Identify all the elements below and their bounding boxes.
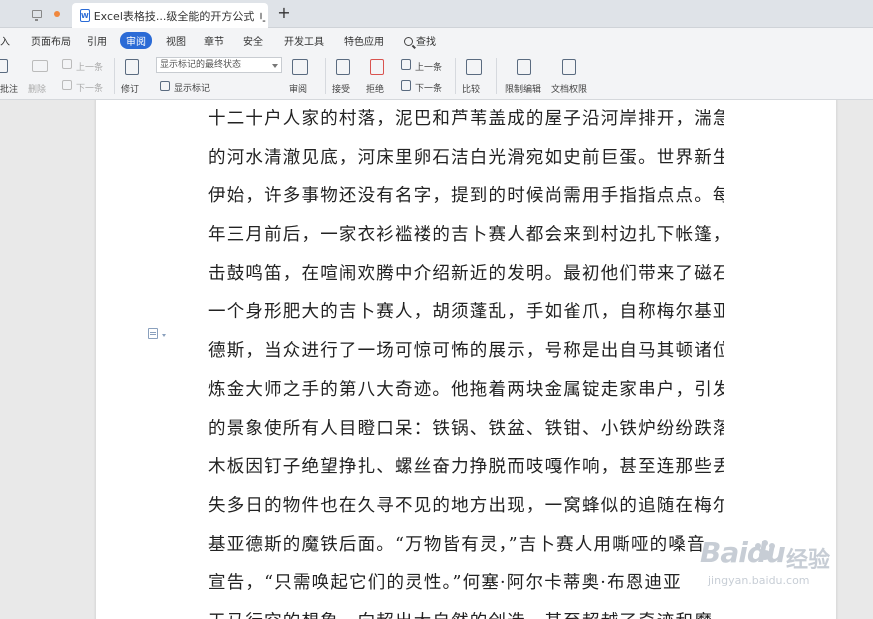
monitor-icon[interactable] xyxy=(260,12,266,22)
tab-bar: W Excel表格技...级全能的开方公式 + xyxy=(0,0,873,28)
search-label: 查找 xyxy=(416,37,436,48)
text-line: 炼金大师之手的第八大奇迹。他拖着两块金属锭走家串户，引发 xyxy=(208,379,724,400)
chevron-down-icon[interactable] xyxy=(162,334,166,337)
monitor-icon xyxy=(32,10,42,21)
text-line: 德斯，当众进行了一场可惊可怖的展示，号称是出自马其顿诸位 xyxy=(208,341,724,362)
next-comment-button[interactable]: 下一条 xyxy=(76,81,103,94)
reject-icon[interactable] xyxy=(370,59,384,75)
watermark-text: 经验 xyxy=(786,548,831,573)
show-marks-icon[interactable] xyxy=(160,81,170,91)
restrict-editing-icon[interactable] xyxy=(517,59,531,75)
restrict-editing-button[interactable]: 限制编辑 xyxy=(505,82,541,95)
chevron-down-icon xyxy=(272,64,278,68)
unsaved-dot-icon xyxy=(54,11,60,17)
menu-page-layout[interactable]: 页面布局 xyxy=(31,33,71,48)
search-button[interactable]: 查找 xyxy=(404,33,436,48)
next-change-icon[interactable] xyxy=(401,80,411,91)
review-toolbar: 批注 删除 上一条 下一条 修订 显示标记的最终状态 显示标记 审阅 接受 拒绝… xyxy=(0,52,873,100)
text-line: 十二十户人家的村落，泥巴和芦苇盖成的屋子沿河岸排开，湍急 xyxy=(208,109,724,129)
accept-button[interactable]: 接受 xyxy=(332,82,350,95)
inactive-tab[interactable] xyxy=(0,0,70,28)
next-comment-icon[interactable] xyxy=(62,80,72,90)
document-icon: W xyxy=(80,9,90,22)
separator xyxy=(496,58,497,94)
text-line: 基亚德斯的魔铁后面。“万物皆有灵，”吉卜赛人用嘶哑的嗓音 xyxy=(208,534,706,555)
reject-button[interactable]: 拒绝 xyxy=(366,82,384,95)
compare-icon[interactable] xyxy=(466,59,482,75)
separator xyxy=(455,58,456,94)
menu-chapter[interactable]: 章节 xyxy=(204,33,224,48)
menu-references[interactable]: 引用 xyxy=(87,33,107,48)
menu-review[interactable]: 审阅 xyxy=(120,32,152,49)
menu-developer[interactable]: 开发工具 xyxy=(284,33,324,48)
track-changes-icon[interactable] xyxy=(125,59,139,75)
prev-change-icon[interactable] xyxy=(401,59,411,70)
text-line: 宣告，“只需唤起它们的灵性。”何塞·阿尔卡蒂奥·布恩迪亚 xyxy=(208,573,682,594)
review-pane-button[interactable]: 审阅 xyxy=(289,82,307,95)
annotate-button[interactable]: 批注 xyxy=(0,82,18,95)
paw-icon xyxy=(755,540,775,560)
prev-comment-button[interactable]: 上一条 xyxy=(76,60,103,73)
menu-special[interactable]: 特色应用 xyxy=(344,33,384,48)
text-line: 的河水清澈见底，河床里卵石洁白光滑宛如史前巨蛋。世界新生 xyxy=(208,147,724,168)
new-tab-button[interactable]: + xyxy=(276,4,292,22)
menu-view[interactable]: 视图 xyxy=(166,33,186,48)
watermark: Baidu 经验 jingyan.baidu.com xyxy=(700,528,870,608)
track-changes-button[interactable]: 修订 xyxy=(121,82,139,95)
document-rights-icon[interactable] xyxy=(562,59,576,75)
ribbon-menu: 入 页面布局 引用 审阅 视图 章节 安全 开发工具 特色应用 查找 xyxy=(0,28,873,52)
comment-icon[interactable] xyxy=(0,59,8,73)
text-line: 年三月前后，一家衣衫褴褛的吉卜赛人都会来到村边扎下帐篷， xyxy=(208,225,724,246)
compare-button[interactable]: 比较 xyxy=(462,82,480,95)
prev-change-button[interactable]: 上一条 xyxy=(415,60,442,73)
separator xyxy=(114,58,115,94)
text-line: 天马行空的想象一向超出大自然的创造，甚至超越了奇迹和魔 xyxy=(208,603,724,619)
review-pane-icon[interactable] xyxy=(292,59,308,75)
document-rights-button[interactable]: 文档权限 xyxy=(551,82,587,95)
tab-active-document[interactable]: W Excel表格技...级全能的开方公式 xyxy=(72,3,268,28)
show-marks-button[interactable]: 显示标记 xyxy=(174,81,210,94)
display-state-select[interactable]: 显示标记的最终状态 xyxy=(156,57,282,73)
text-line: 的景象使所有人目瞪口呆：铁锅、铁盆、铁钳、小铁炉纷纷跌落， xyxy=(208,418,724,439)
search-icon xyxy=(404,37,413,46)
prev-comment-icon[interactable] xyxy=(62,59,72,69)
text-line: 失多日的物件也在久寻不见的地方出现，一窝蜂似的追随在梅尔 xyxy=(208,495,724,516)
body-paragraph[interactable]: 十二十户人家的村落，泥巴和芦苇盖成的屋子沿河岸排开，湍急 的河水清澈见底，河床里… xyxy=(208,100,724,619)
menu-security[interactable]: 安全 xyxy=(243,33,263,48)
delete-button[interactable]: 删除 xyxy=(28,82,46,95)
text-line: 击鼓鸣笛，在喧闹欢腾中介绍新近的发明。最初他们带来了磁石。 xyxy=(208,263,724,284)
separator xyxy=(325,58,326,94)
display-state-value: 显示标记的最终状态 xyxy=(160,60,242,70)
text-line: 木板因钉子绝望挣扎、螺丝奋力挣脱而吱嘎作响，甚至连那些丢 xyxy=(208,457,724,478)
delete-comment-icon[interactable] xyxy=(32,60,48,72)
watermark-url: jingyan.baidu.com xyxy=(708,574,810,587)
paragraph-marker-icon[interactable] xyxy=(148,328,158,339)
text-line: 伊始，许多事物还没有名字，提到的时候尚需用手指指点点。每 xyxy=(208,186,724,207)
accept-icon[interactable] xyxy=(336,59,350,75)
tab-title: Excel表格技...级全能的开方公式 xyxy=(93,9,255,23)
text-line: 一个身形肥大的吉卜赛人，胡须蓬乱，手如雀爪，自称梅尔基亚 xyxy=(208,302,724,323)
next-change-button[interactable]: 下一条 xyxy=(415,81,442,94)
menu-insert[interactable]: 入 xyxy=(0,33,10,48)
